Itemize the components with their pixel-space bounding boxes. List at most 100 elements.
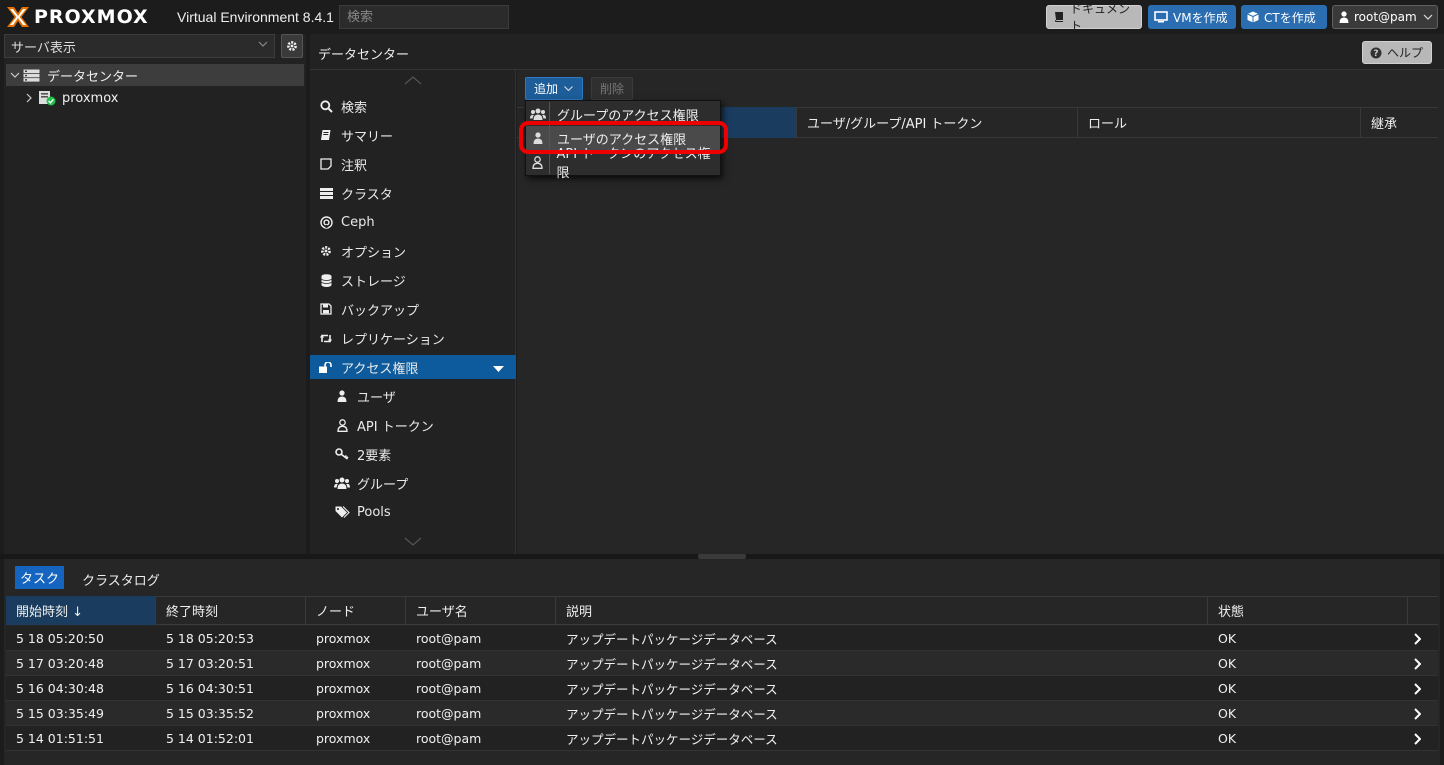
nav-item-label: 2要素 (357, 448, 392, 464)
help-button[interactable]: ? ヘルプ (1362, 41, 1432, 64)
column-label: ユーザ/グループ/API トークン (807, 117, 983, 132)
column-description[interactable]: 説明 (556, 596, 1208, 625)
user-menu-button[interactable]: root@pam (1332, 5, 1438, 29)
chevron-right-icon[interactable] (1414, 651, 1421, 676)
nav-item-pools[interactable]: Pools (310, 498, 516, 526)
cube-icon (1247, 11, 1259, 23)
tree-item-datacenter[interactable]: データセンター (6, 64, 304, 86)
column-start-time[interactable]: 開始時刻 ↓ (6, 596, 156, 625)
chevron-right-icon[interactable] (1414, 701, 1421, 726)
book-icon (1053, 11, 1065, 23)
resource-tree-panel (4, 34, 306, 554)
highlight-annotation (519, 121, 728, 154)
chevron-down-icon (564, 86, 573, 91)
nav-item-summary[interactable]: サマリー (310, 121, 516, 149)
server-icon (318, 187, 334, 199)
version-label: Virtual Environment 8.4.1 (177, 9, 334, 25)
floppy-icon (318, 303, 334, 315)
gear-icon (318, 245, 334, 257)
nav-item-api-tokens[interactable]: API トークン (310, 411, 516, 439)
ceph-icon (318, 215, 334, 229)
chevron-right-icon[interactable] (26, 93, 32, 103)
nav-item-replication[interactable]: レプリケーション (310, 324, 516, 352)
cell-start: 5 18 05:20:50 (16, 631, 104, 646)
nav-item-permissions[interactable]: アクセス権限 (310, 355, 516, 379)
column-label: 開始時刻 ↓ (16, 605, 84, 620)
book-icon (318, 129, 334, 141)
view-selector[interactable]: サーバ表示 (4, 34, 275, 58)
nav-item-ceph[interactable]: Ceph (310, 208, 516, 236)
nav-item-storage[interactable]: ストレージ (310, 266, 516, 294)
column-status[interactable]: 状態 (1208, 596, 1408, 625)
cell-node: proxmox (316, 706, 371, 721)
grid-column-propagate[interactable]: 継承 (1360, 107, 1438, 138)
nav-item-label: オプション (341, 245, 407, 261)
table-row[interactable]: 5 18 05:20:50 5 18 05:20:53 proxmox root… (6, 626, 1438, 651)
table-row[interactable]: 5 15 03:35:49 5 15 03:35:52 proxmox root… (6, 701, 1438, 726)
create-ct-button[interactable]: CTを作成 (1241, 5, 1327, 29)
tab-tasks[interactable]: タスク (15, 566, 64, 589)
cell-status: OK (1218, 706, 1237, 721)
cell-start: 5 15 03:35:49 (16, 706, 104, 721)
cell-end: 5 16 04:30:51 (166, 681, 254, 696)
nav-item-label: 注釈 (341, 158, 368, 174)
caret-down-icon[interactable] (493, 366, 504, 372)
user-icon (334, 390, 350, 402)
nav-item-two-factor[interactable]: 2要素 (310, 440, 516, 468)
content-header-bar (310, 34, 1444, 70)
cell-node: proxmox (316, 656, 371, 671)
chevron-right-icon[interactable] (1414, 676, 1421, 701)
cell-start: 5 14 01:51:51 (16, 731, 104, 746)
nav-item-search[interactable]: 検索 (310, 92, 516, 120)
help-label: ヘルプ (1387, 46, 1424, 60)
scroll-down-icon[interactable] (404, 537, 422, 546)
documentation-button[interactable]: ドキュメント (1046, 2, 1142, 33)
user-outline-icon (334, 418, 350, 432)
column-username[interactable]: ユーザ名 (406, 596, 556, 625)
table-row[interactable]: 5 16 04:30:48 5 16 04:30:51 proxmox root… (6, 676, 1438, 701)
nav-item-options[interactable]: オプション (310, 237, 516, 265)
tree-settings-button[interactable] (281, 34, 303, 58)
proxmox-logo[interactable]: PROXMOX (6, 5, 149, 29)
user-label: root@pam (1354, 10, 1417, 24)
column-node[interactable]: ノード (306, 596, 406, 625)
nav-item-notes[interactable]: 注釈 (310, 150, 516, 178)
cell-end: 5 18 05:20:53 (166, 631, 254, 646)
cell-node: proxmox (316, 681, 371, 696)
documentation-label: ドキュメント (1070, 2, 1131, 33)
nav-item-label: サマリー (341, 129, 394, 145)
column-end-time[interactable]: 終了時刻 (156, 596, 306, 625)
cell-description: アップデートパッケージデータベース (566, 657, 778, 672)
create-vm-button[interactable]: VMを作成 (1148, 5, 1236, 29)
gear-icon (286, 40, 298, 52)
nav-item-groups[interactable]: グループ (310, 469, 516, 497)
cell-status: OK (1218, 681, 1237, 696)
chevron-right-icon[interactable] (1414, 726, 1421, 751)
tree-item-node[interactable]: proxmox (26, 88, 118, 108)
scroll-up-icon[interactable] (404, 76, 422, 85)
nav-item-cluster[interactable]: クラスタ (310, 179, 516, 207)
cell-end: 5 17 03:20:51 (166, 656, 254, 671)
table-row[interactable]: 5 17 03:20:48 5 17 03:20:51 proxmox root… (6, 651, 1438, 676)
nav-item-label: 検索 (341, 100, 368, 116)
cell-description: アップデートパッケージデータベース (566, 732, 778, 747)
grid-column-role[interactable]: ロール (1077, 107, 1360, 138)
delete-label: 削除 (599, 82, 624, 96)
proxmox-x-icon (7, 7, 29, 27)
search-input[interactable] (339, 5, 509, 29)
table-row[interactable]: 5 14 01:51:51 5 14 01:52:01 proxmox root… (6, 726, 1438, 751)
tab-cluster-log[interactable]: クラスタログ (82, 570, 160, 589)
column-label: ユーザ名 (416, 605, 468, 620)
chevron-right-icon[interactable] (1414, 626, 1421, 651)
logo-text: PROXMOX (34, 6, 149, 28)
user-icon (1339, 11, 1349, 23)
nav-item-users[interactable]: ユーザ (310, 382, 516, 410)
nav-item-backup[interactable]: バックアップ (310, 295, 516, 323)
chevron-down-icon[interactable] (10, 72, 20, 78)
add-button[interactable]: 追加 (525, 77, 583, 100)
cell-description: アップデートパッケージデータベース (566, 707, 778, 722)
tab-label: タスク (19, 572, 59, 587)
delete-button[interactable]: 削除 (591, 77, 633, 100)
grid-column-user-group-token[interactable]: ユーザ/グループ/API トークン (796, 107, 1077, 138)
users-icon (334, 477, 350, 489)
